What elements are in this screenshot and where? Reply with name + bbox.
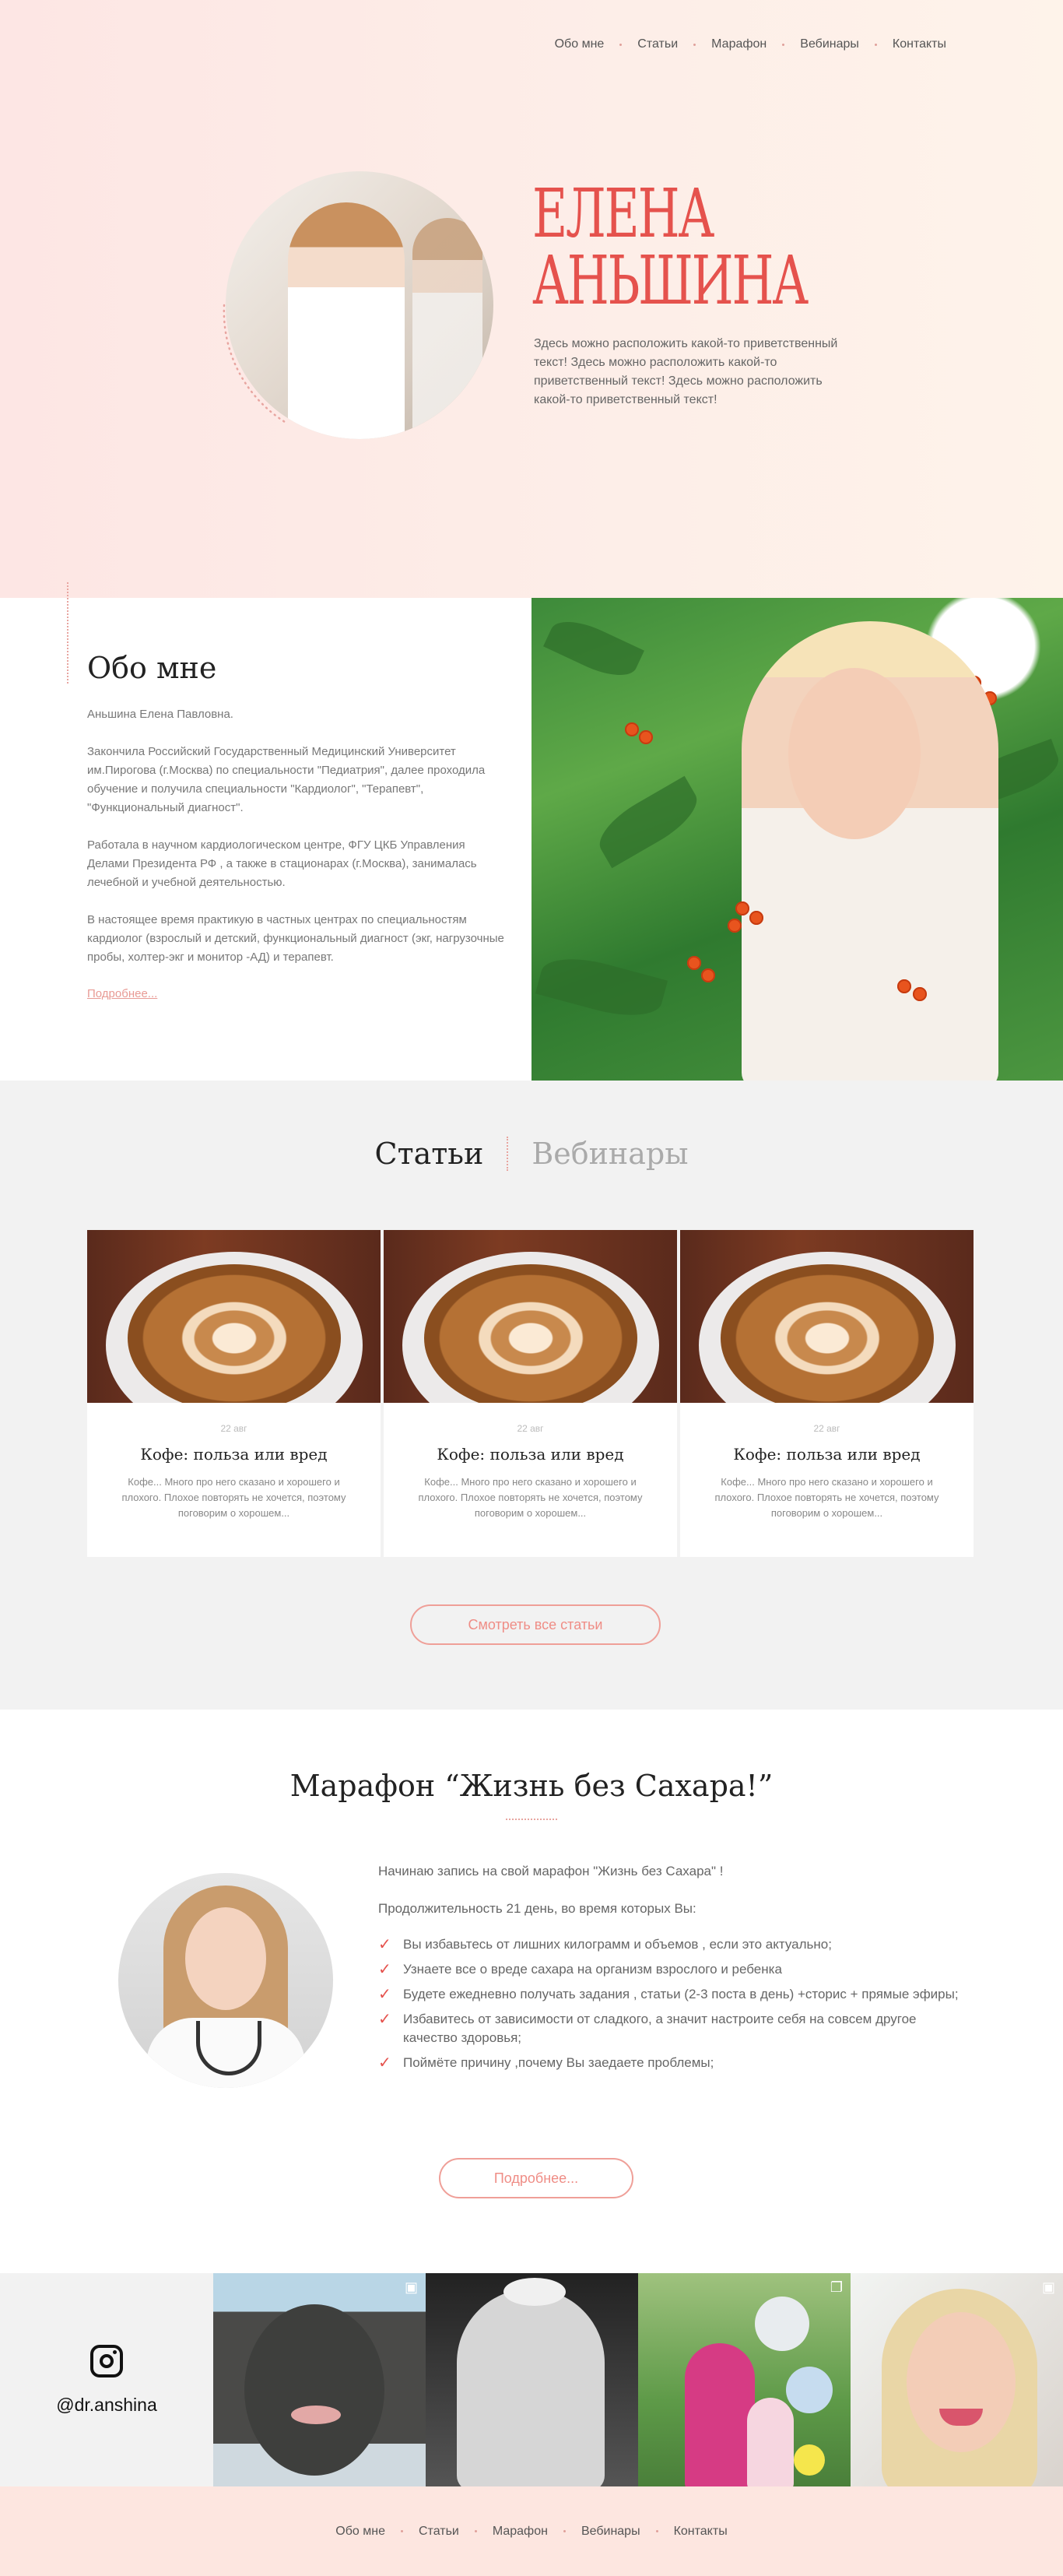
content-tabs: Статьи Вебинары xyxy=(0,1137,1063,1171)
list-item-text: Будете ежедневно получать задания , стат… xyxy=(403,1987,959,2001)
articles-section: Статьи Вебинары 22 авг Кофе: польза или … xyxy=(0,1081,1063,1710)
nav-separator xyxy=(619,43,623,46)
nav-link-about[interactable]: Обо мне xyxy=(555,37,605,51)
hero-title-line1: ЕЛЕНА xyxy=(532,175,714,253)
list-item-text: Избавитесь от зависимости от сладкого, а… xyxy=(403,2012,917,2045)
about-section: Обо мне Аньшина Елена Павловна. Закончил… xyxy=(0,582,1063,1081)
tab-articles[interactable]: Статьи xyxy=(375,1137,484,1171)
article-title[interactable]: Кофе: польза или вред xyxy=(680,1445,974,1464)
instagram-post[interactable]: ❐ xyxy=(638,2273,851,2486)
video-icon: ▣ xyxy=(1041,2279,1055,2295)
article-image xyxy=(680,1230,974,1403)
nav-link-contacts[interactable]: Контакты xyxy=(893,37,946,51)
all-articles-button[interactable]: Смотреть все статьи xyxy=(410,1604,661,1645)
footer-link-about[interactable]: Обо мне xyxy=(335,2525,385,2539)
instagram-profile-link[interactable]: @dr.anshina xyxy=(0,2273,213,2486)
marathon-photo xyxy=(118,1873,333,2088)
marathon-title: Марафон “Жизнь без Сахара!” xyxy=(289,1769,774,1803)
marathon-duration: Продолжительность 21 день, во время кото… xyxy=(378,1901,696,1916)
article-title[interactable]: Кофе: польза или вред xyxy=(87,1445,381,1464)
hero-photo xyxy=(226,171,493,439)
marathon-section: Марафон “Жизнь без Сахара!” Начинаю запи… xyxy=(0,1710,1063,2273)
instagram-handle: @dr.anshina xyxy=(56,2394,157,2415)
article-date: 22 авг xyxy=(220,1423,247,1434)
article-cards: 22 авг Кофе: польза или вред Кофе... Мно… xyxy=(87,1230,974,1557)
marathon-benefits-list: ✓ Вы избавьтесь от лишних килограмм и объ… xyxy=(378,1935,970,2072)
marathon-description: Начинаю запись на свой марафон "Жизнь бе… xyxy=(378,1862,970,2079)
gallery-icon: ❐ xyxy=(830,2279,843,2295)
video-icon: ▣ xyxy=(404,2279,418,2295)
tab-webinars[interactable]: Вебинары xyxy=(532,1137,688,1171)
nav-separator xyxy=(655,2530,658,2532)
article-excerpt: Кофе... Много про него сказано и хорошег… xyxy=(121,1476,346,1519)
hero-title: ЕЛЕНА АНЬШИНА xyxy=(532,181,809,315)
about-paragraph: Закончила Российский Государственный Мед… xyxy=(87,745,486,814)
list-item: ✓ Избавитесь от зависимости от сладкого, … xyxy=(378,2010,970,2047)
about-more-link[interactable]: Подробнее... xyxy=(87,987,157,1000)
article-image xyxy=(87,1230,381,1403)
checkmark-icon: ✓ xyxy=(378,2011,391,2028)
about-photo xyxy=(532,598,1063,1081)
article-card[interactable]: 22 авг Кофе: польза или вред Кофе... Мно… xyxy=(384,1230,677,1557)
about-paragraph: Работала в научном кардиологическом цент… xyxy=(87,838,477,889)
list-item-text: Вы избавьтесь от лишних килограмм и объе… xyxy=(403,1937,832,1952)
article-card[interactable]: 22 авг Кофе: польза или вред Кофе... Мно… xyxy=(87,1230,381,1557)
footer-link-marathon[interactable]: Марафон xyxy=(493,2525,548,2539)
tab-separator xyxy=(507,1137,509,1171)
footer-link-webinars[interactable]: Вебинары xyxy=(581,2525,640,2539)
footer-link-contacts[interactable]: Контакты xyxy=(674,2525,728,2539)
list-item: ✓ Будете ежедневно получать задания , ста… xyxy=(378,1985,970,2004)
top-nav: Обо мне Статьи Марафон Вебинары Контакты xyxy=(555,37,946,51)
footer: Обо мне Статьи Марафон Вебинары Контакты xyxy=(0,2486,1063,2576)
nav-separator xyxy=(563,2530,566,2532)
nav-link-marathon[interactable]: Марафон xyxy=(711,37,767,51)
list-item: ✓ Вы избавьтесь от лишних килограмм и объ… xyxy=(378,1935,970,1954)
article-date: 22 авг xyxy=(517,1423,544,1434)
list-item: ✓ Поймёте причину ,почему Вы заедаете про… xyxy=(378,2054,970,2072)
checkmark-icon: ✓ xyxy=(378,1961,391,1978)
nav-link-webinars[interactable]: Вебинары xyxy=(800,37,859,51)
marathon-more-button[interactable]: Подробнее... xyxy=(439,2158,633,2198)
nav-separator xyxy=(400,2530,403,2532)
marathon-intro: Начинаю запись на свой марафон "Жизнь бе… xyxy=(378,1864,724,1878)
hero-section: Обо мне Статьи Марафон Вебинары Контакты… xyxy=(0,0,1063,598)
article-title[interactable]: Кофе: польза или вред xyxy=(384,1445,677,1464)
article-image xyxy=(384,1230,677,1403)
list-item-text: Узнаете все о вреде сахара на организм в… xyxy=(403,1962,782,1977)
checkmark-icon: ✓ xyxy=(378,2054,391,2072)
nav-separator xyxy=(782,43,785,46)
nav-separator xyxy=(474,2530,477,2532)
checkmark-icon: ✓ xyxy=(378,1986,391,2003)
instagram-post[interactable] xyxy=(426,2273,638,2486)
about-paragraph: Аньшина Елена Павловна. xyxy=(87,708,233,721)
article-card[interactable]: 22 авг Кофе: польза или вред Кофе... Мно… xyxy=(680,1230,974,1557)
article-excerpt: Кофе... Много про него сказано и хорошег… xyxy=(714,1476,939,1519)
hero-welcome-text: Здесь можно расположить какой-то приветс… xyxy=(534,337,838,406)
instagram-post[interactable]: ▣ xyxy=(213,2273,426,2486)
article-date: 22 авг xyxy=(813,1423,840,1434)
hero-title-line2: АНЬШИНА xyxy=(532,242,809,320)
instagram-feed: @dr.anshina ▣ ❐ ▣ xyxy=(0,2273,1063,2486)
instagram-post[interactable]: ▣ xyxy=(851,2273,1063,2486)
about-body: Аньшина Елена Павловна. Закончила Россий… xyxy=(87,705,504,986)
hero-portrait xyxy=(215,165,495,445)
article-excerpt: Кофе... Много про него сказано и хорошег… xyxy=(418,1476,643,1519)
instagram-icon xyxy=(90,2344,123,2377)
nav-separator xyxy=(693,43,696,46)
list-item: ✓ Узнаете все о вреде сахара на организм … xyxy=(378,1960,970,1979)
decorative-dotted-underline xyxy=(506,1819,557,1820)
decorative-dotted-line xyxy=(67,582,68,684)
nav-link-articles[interactable]: Статьи xyxy=(637,37,678,51)
checkmark-icon: ✓ xyxy=(378,1936,391,1953)
footer-nav: Обо мне Статьи Марафон Вебинары Контакты xyxy=(335,2525,727,2539)
about-paragraph: В настоящее время практикую в частных це… xyxy=(87,913,504,964)
about-title: Обо мне xyxy=(87,651,217,685)
list-item-text: Поймёте причину ,почему Вы заедаете проб… xyxy=(403,2055,714,2070)
footer-link-articles[interactable]: Статьи xyxy=(419,2525,459,2539)
nav-separator xyxy=(874,43,877,46)
